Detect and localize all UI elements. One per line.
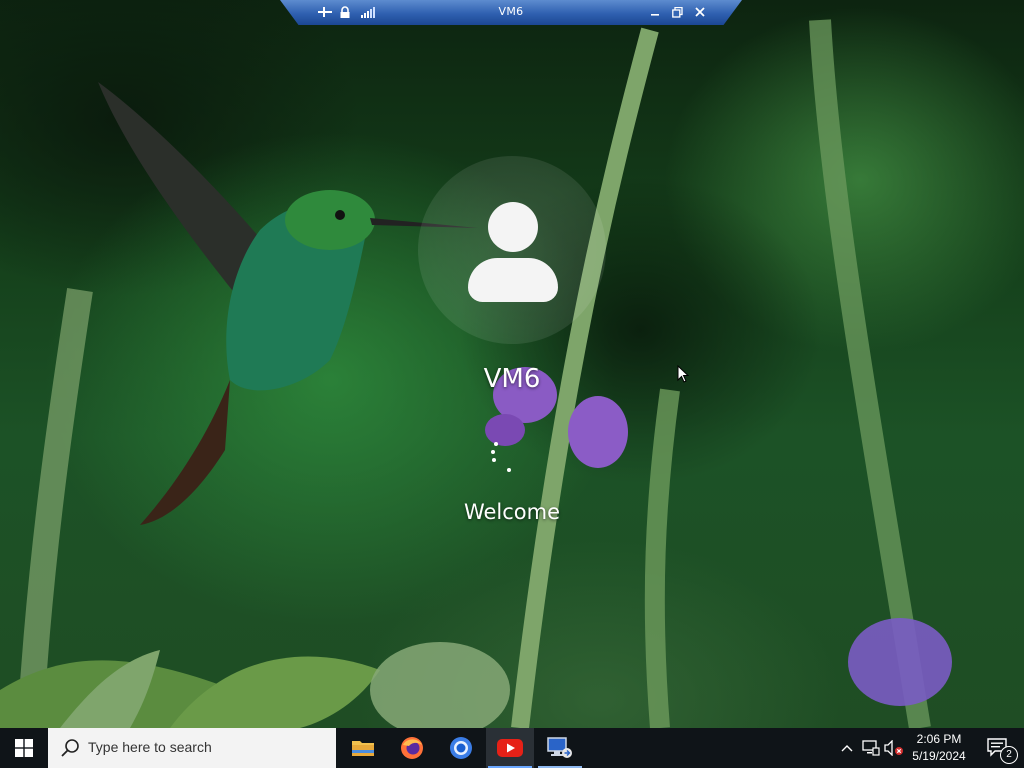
taskbar-app-youtube[interactable] (486, 728, 534, 768)
remote-desktop-connection-bar: VM6 (280, 0, 742, 25)
show-hidden-icons-chevron-icon[interactable] (837, 738, 857, 758)
windows-logo-icon (15, 739, 33, 757)
system-clock[interactable]: 2:06 PM 5/19/2024 (906, 731, 972, 765)
remote-desktop-icon (547, 737, 572, 758)
folder-icon (352, 741, 374, 756)
firefox-icon (401, 737, 423, 759)
search-icon (61, 739, 79, 757)
mouse-cursor-icon (677, 365, 689, 383)
clock-time: 2:06 PM (916, 732, 962, 746)
taskbar-app-firefox[interactable] (388, 728, 436, 768)
avatar-head (488, 202, 538, 252)
clock-date: 5/19/2024 (912, 749, 966, 763)
search-placeholder: Type here to search (88, 739, 212, 755)
taskbar-app-chrome[interactable] (437, 728, 485, 768)
network-icon[interactable] (861, 738, 881, 758)
chrome-icon (450, 737, 472, 759)
close-icon[interactable] (692, 4, 708, 20)
taskbar-app-remote-desktop[interactable] (536, 728, 584, 768)
notification-count-badge: 2 (1000, 746, 1018, 764)
minimize-icon[interactable] (647, 4, 663, 20)
action-center-button[interactable]: 2 (978, 728, 1018, 768)
taskbar-app-file-explorer[interactable] (339, 728, 387, 768)
taskbar-search-box[interactable]: Type here to search (48, 728, 336, 768)
youtube-icon (497, 739, 523, 757)
restore-icon[interactable] (669, 4, 685, 20)
avatar-body (468, 258, 558, 302)
welcome-status: Welcome (463, 500, 561, 524)
user-name: VM6 (483, 364, 541, 394)
taskbar: Type here to search 2:06 PM 5/19/2024 2 (0, 728, 1024, 768)
volume-muted-icon[interactable] (884, 738, 904, 758)
loading-spinner-icon (488, 438, 516, 476)
start-button[interactable] (0, 728, 48, 768)
